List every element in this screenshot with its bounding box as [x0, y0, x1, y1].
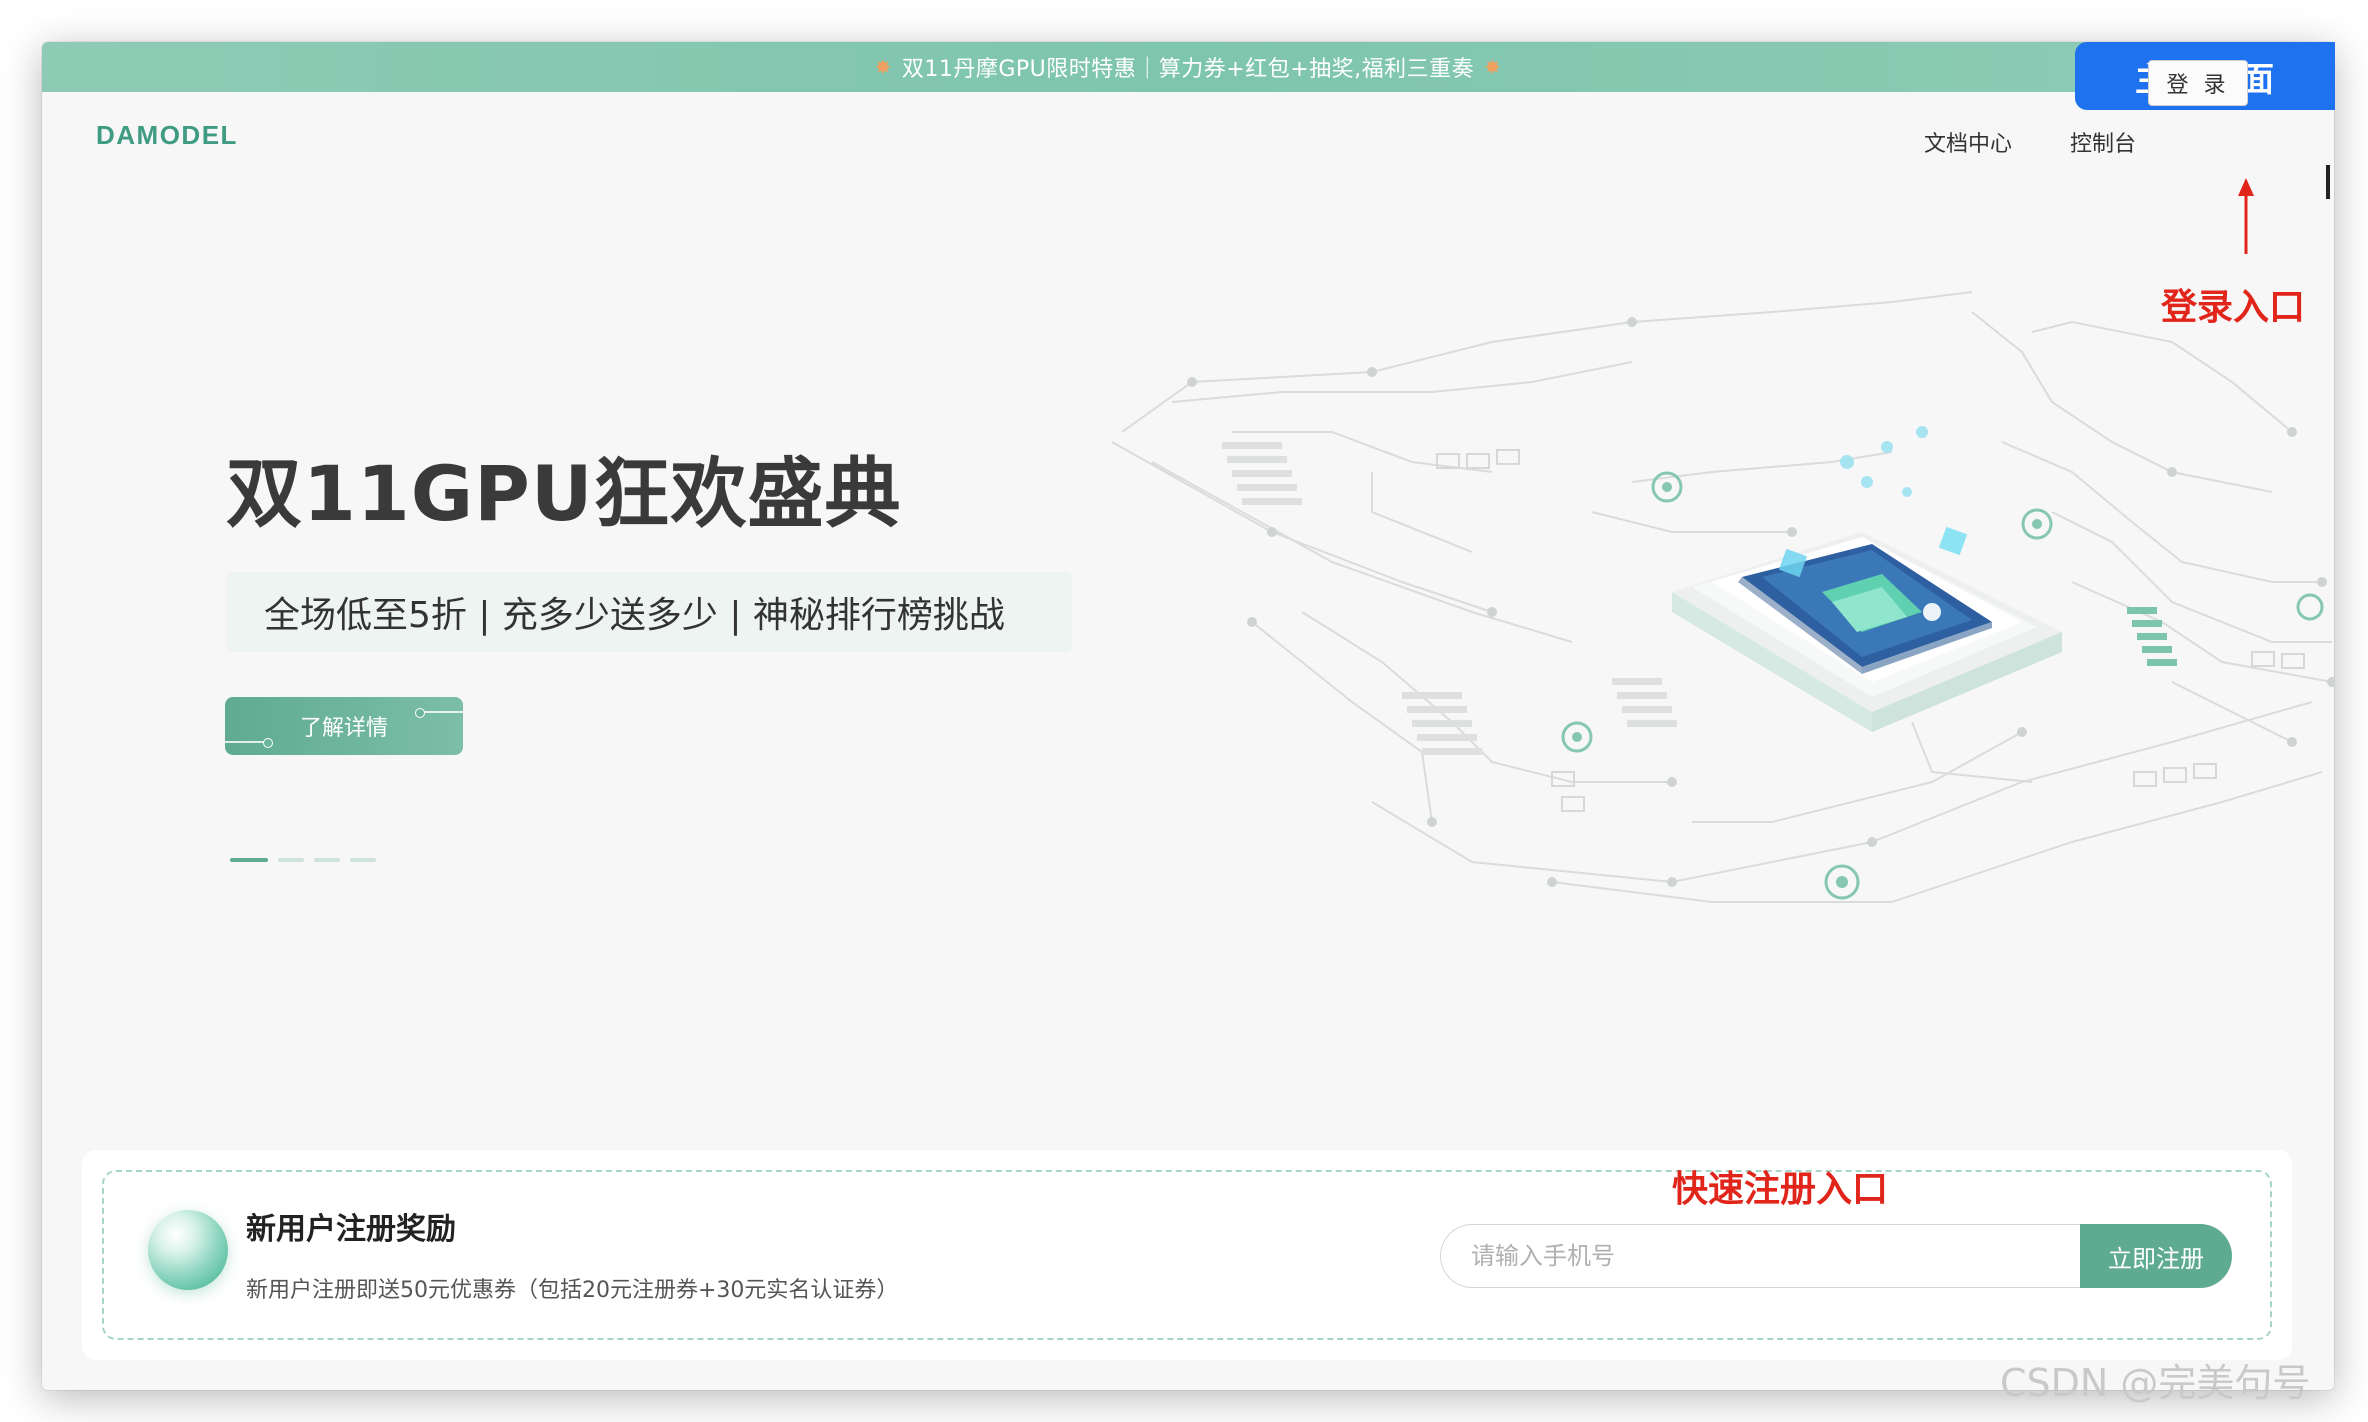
circuit-line-decoration — [415, 708, 463, 718]
carousel-dot-3[interactable] — [314, 858, 340, 862]
reward-orb-icon — [148, 1210, 228, 1290]
arrow-up-icon — [2238, 178, 2254, 254]
login-button[interactable]: 登 录 — [2148, 60, 2248, 106]
carousel-dot-4[interactable] — [350, 858, 376, 862]
carousel-dot-1[interactable] — [230, 858, 268, 862]
phone-input[interactable] — [1440, 1224, 2080, 1288]
promo-banner-text: 双11丹摩GPU限时特惠｜算力券+红包+抽奖,福利三重奏 — [901, 57, 1475, 82]
edge-marker — [2326, 165, 2330, 199]
register-card: 新用户注册奖励 新用户注册即送50元优惠券（包括20元注册券+30元实名认证券）… — [82, 1150, 2292, 1360]
promo-banner[interactable]: ✸ 双11丹摩GPU限时特惠｜算力券+红包+抽奖,福利三重奏 ✸ — [42, 42, 2334, 92]
register-title: 新用户注册奖励 — [246, 1212, 456, 1247]
hero-subtitle-text: 全场低至5折 | 充多少送多少 | 神秘排行榜挑战 — [264, 595, 1005, 636]
firework-icon: ✸ — [1484, 55, 1502, 79]
nav-docs-link[interactable]: 文档中心 — [1924, 126, 2012, 158]
register-card-border: 新用户注册奖励 新用户注册即送50元优惠券（包括20元注册券+30元实名认证券）… — [102, 1170, 2272, 1340]
damodel-logo[interactable]: DAMODEL — [96, 120, 238, 151]
nav-console-link[interactable]: 控制台 — [2070, 126, 2136, 158]
carousel-indicators — [230, 858, 376, 862]
browser-window: ✸ 双11丹摩GPU限时特惠｜算力券+红包+抽奖,福利三重奏 ✸ DAMODEL… — [42, 42, 2334, 1390]
hero-title: 双11GPU狂欢盛典 — [226, 449, 902, 538]
register-description: 新用户注册即送50元优惠券（包括20元注册券+30元实名认证券） — [246, 1278, 899, 1303]
quick-register-annotation: 快速注册入口 — [1672, 1169, 1889, 1210]
hero-subtitle: 全场低至5折 | 充多少送多少 | 神秘排行榜挑战 — [226, 572, 1072, 652]
csdn-watermark: CSDN @完美句号 — [2000, 1361, 2311, 1405]
top-nav: DAMODEL 文档中心 控制台 — [42, 92, 2334, 172]
firework-icon: ✸ — [874, 55, 892, 79]
carousel-dot-2[interactable] — [278, 858, 304, 862]
register-button[interactable]: 立即注册 — [2080, 1224, 2232, 1288]
learn-more-button[interactable]: 了解详情 — [225, 697, 463, 755]
gpu-chip-illustration — [1111, 291, 2334, 903]
login-entry-annotation: 登录入口 — [2161, 287, 2306, 328]
learn-more-label: 了解详情 — [299, 716, 388, 741]
circuit-line-decoration — [225, 738, 273, 748]
